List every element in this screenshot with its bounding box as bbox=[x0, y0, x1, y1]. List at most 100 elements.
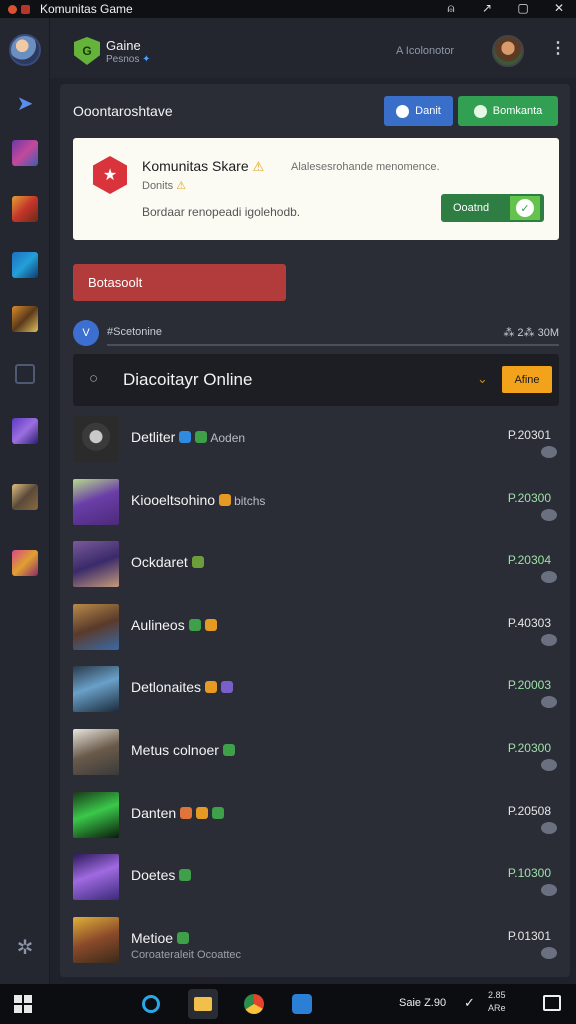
player-id: P.20300 bbox=[507, 740, 551, 755]
app-icon bbox=[8, 4, 17, 14]
list-item[interactable]: Danten P.20508 bbox=[73, 791, 559, 855]
player-name-text: Detlonaites bbox=[131, 679, 202, 696]
sidebar: ➤ ✲ bbox=[0, 18, 50, 984]
status-badge-icon bbox=[177, 931, 190, 944]
game-icon-7[interactable] bbox=[12, 550, 38, 576]
player-thumbnail bbox=[73, 603, 119, 650]
more-menu-icon[interactable]: ⋮ bbox=[550, 38, 566, 58]
search-bar[interactable]: ○ Diacoitayr Online ⌄ Afine bbox=[73, 354, 559, 406]
user-avatar[interactable] bbox=[492, 35, 524, 67]
app-subtitle-text: Pesnos bbox=[106, 54, 140, 65]
app-subtitle: Pesnos ✦ bbox=[106, 54, 151, 65]
taskbar-time: Saie Z.90 bbox=[399, 997, 447, 1009]
status-badge-icon bbox=[188, 618, 201, 631]
player-thumbnail bbox=[73, 728, 119, 775]
warning-icon: ⚠ bbox=[176, 180, 187, 192]
game-icon-6[interactable] bbox=[12, 484, 38, 510]
green-action-label: Bomkanta bbox=[492, 105, 543, 117]
check-icon: ✓ bbox=[510, 196, 540, 220]
list-item[interactable]: Detliter Aoden P.20301 bbox=[73, 416, 559, 479]
header-username[interactable]: A Icolonotor bbox=[396, 45, 454, 57]
controller-icon[interactable] bbox=[541, 571, 557, 584]
chevron-down-icon[interactable]: ⌄ bbox=[477, 371, 488, 387]
player-id: P.20304 bbox=[507, 553, 551, 568]
status-badge-icon bbox=[204, 618, 217, 631]
player-thumbnail bbox=[73, 916, 119, 963]
taskbar: Saie Z.90 ✓ 2.85 ARe bbox=[0, 984, 576, 1024]
player-name: Detlonaites bbox=[131, 679, 234, 696]
share-icon[interactable]: ↗ bbox=[480, 1, 494, 16]
game-icon-2[interactable] bbox=[12, 196, 38, 222]
status-badge-icon bbox=[195, 431, 208, 443]
store-icon[interactable] bbox=[290, 992, 314, 1016]
list-item[interactable]: Metus colnoer P.20300 bbox=[73, 728, 559, 792]
player-name-text: Metioe bbox=[131, 929, 174, 946]
share-confirm-label: Ooatnd bbox=[453, 202, 490, 214]
list-item[interactable]: Detlonaites P.20003 bbox=[73, 666, 559, 729]
green-action-button[interactable]: Bomkanta bbox=[458, 96, 558, 126]
maximize-button[interactable]: ▢ bbox=[516, 1, 530, 16]
star-logo-icon: ★ bbox=[93, 156, 127, 194]
player-subtitle: Coroateraleit Ocoattec bbox=[131, 948, 242, 961]
controller-icon[interactable] bbox=[541, 884, 557, 897]
settings-icon[interactable]: ✲ bbox=[12, 934, 38, 960]
share-title-text: Komunitas Skare bbox=[142, 158, 249, 174]
share-subtitle-text: Donits bbox=[142, 180, 174, 192]
game-icon-3[interactable] bbox=[12, 252, 38, 278]
cortana-icon[interactable] bbox=[139, 992, 163, 1016]
player-id: P.01301 bbox=[507, 928, 551, 943]
account-icon[interactable]: ⍝ bbox=[444, 1, 458, 16]
status-icon: V bbox=[73, 320, 99, 346]
status-label: #Scetonine bbox=[107, 326, 163, 338]
list-item[interactable]: Ockdaret P.20304 bbox=[73, 541, 559, 604]
game-icon-4[interactable] bbox=[12, 306, 38, 332]
controller-icon[interactable] bbox=[541, 508, 557, 521]
main-panel: Ooontaroshtave Danit Bomkanta ★ Komunita… bbox=[60, 84, 570, 977]
controller-icon[interactable] bbox=[541, 696, 557, 709]
close-button[interactable]: ✕ bbox=[552, 1, 566, 16]
windows-start-icon[interactable] bbox=[14, 995, 32, 1013]
avatar[interactable] bbox=[9, 34, 41, 66]
share-title: Komunitas Skare ⚠ bbox=[142, 158, 264, 175]
controller-icon[interactable] bbox=[541, 633, 557, 646]
search-icon: ○ bbox=[89, 370, 99, 387]
share-confirm-button[interactable]: Ooatnd ✓ bbox=[441, 194, 544, 222]
player-name: Ockdaret bbox=[131, 554, 204, 570]
grid-icon[interactable] bbox=[15, 364, 35, 384]
online-filter-badge[interactable]: Afine bbox=[502, 366, 552, 393]
player-tag: bitchs bbox=[234, 493, 266, 508]
list-item[interactable]: Doetes P.10300 bbox=[73, 854, 559, 917]
window-controls: ⍝ ↗ ▢ ✕ bbox=[444, 1, 566, 16]
status-badge-icon bbox=[205, 681, 218, 694]
status-badge-icon bbox=[221, 681, 234, 694]
player-thumbnail bbox=[73, 416, 119, 462]
player-name-text: Ockdaret bbox=[131, 554, 188, 571]
share-note: Bordaar renopeadi igolehodb. bbox=[142, 205, 301, 219]
controller-icon[interactable] bbox=[541, 758, 557, 771]
player-name-text: Danten bbox=[131, 804, 177, 821]
search-input[interactable]: Diacoitayr Online bbox=[123, 370, 252, 390]
controller-icon[interactable] bbox=[541, 946, 557, 959]
status-badge-icon bbox=[196, 806, 209, 819]
title-bar: Komunitas Game ⍝ ↗ ▢ ✕ bbox=[0, 0, 576, 18]
controller-icon[interactable] bbox=[541, 446, 557, 458]
file-explorer-icon[interactable] bbox=[188, 989, 218, 1019]
circle-icon bbox=[396, 104, 410, 118]
list-item[interactable]: Metioe Coroateraleit Ocoattec P.01301 bbox=[73, 916, 559, 980]
player-thumbnail bbox=[73, 791, 119, 838]
blue-action-button[interactable]: Danit bbox=[384, 96, 453, 126]
status-divider bbox=[107, 344, 559, 346]
player-id: P.20300 bbox=[507, 490, 551, 505]
network-icon[interactable]: ✓ bbox=[464, 995, 475, 1011]
red-action-button[interactable]: Botasoolt bbox=[73, 264, 286, 301]
navigate-icon[interactable]: ➤ bbox=[12, 90, 38, 116]
list-item[interactable]: Aulineos P.40303 bbox=[73, 603, 559, 667]
game-icon-1[interactable] bbox=[12, 140, 38, 166]
controller-icon[interactable] bbox=[541, 821, 557, 834]
game-icon-5[interactable] bbox=[12, 418, 38, 444]
notifications-icon[interactable] bbox=[543, 995, 561, 1011]
list-item[interactable]: Kiooeltsohino bitchs P.20300 bbox=[73, 478, 559, 542]
player-name-text: Doetes bbox=[131, 867, 176, 884]
browser-icon[interactable] bbox=[242, 992, 266, 1016]
taskbar-clock[interactable]: 2.85 ARe bbox=[488, 989, 506, 1015]
